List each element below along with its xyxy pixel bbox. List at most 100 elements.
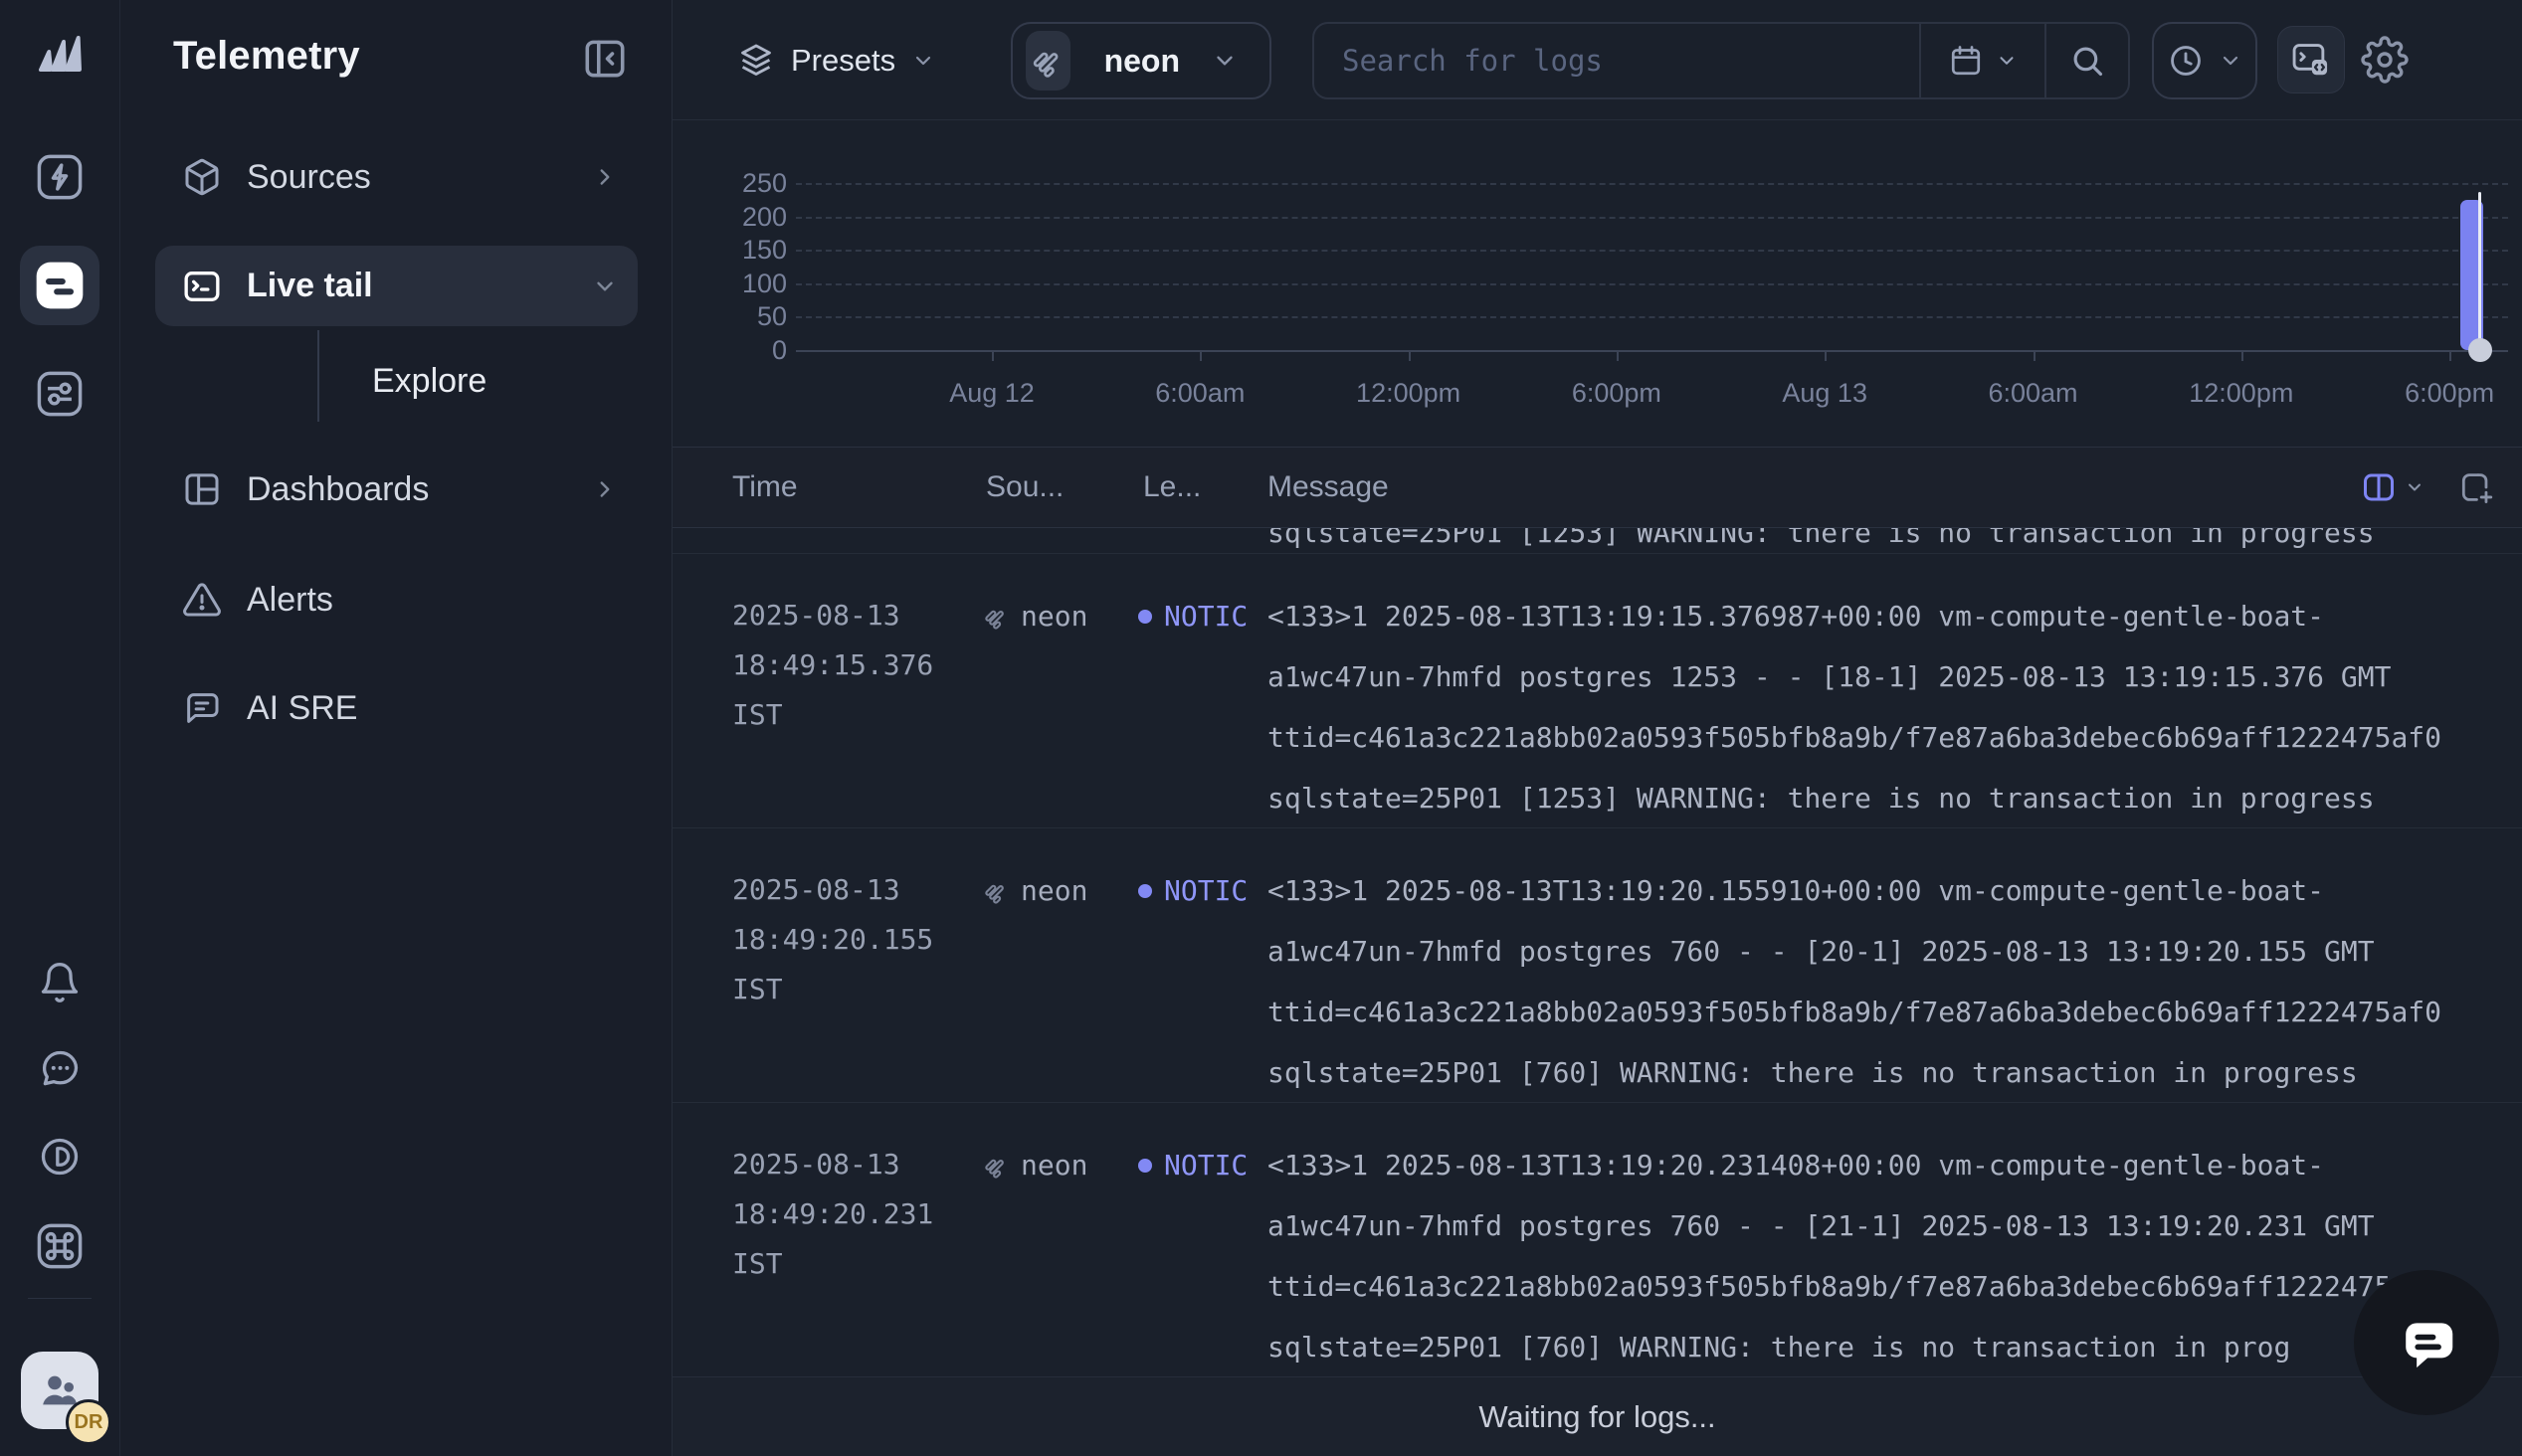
x-axis-tick [992, 350, 994, 361]
search-submit-button[interactable] [2046, 24, 2128, 97]
y-axis-tick-label: 150 [673, 235, 787, 265]
log-source: neon [981, 586, 1087, 646]
notifications-button[interactable] [38, 961, 82, 1004]
x-axis-tick-label: Aug 13 [1735, 378, 1914, 409]
status-bar: Waiting for logs... [673, 1376, 2522, 1456]
log-stream-icon [981, 1151, 1011, 1181]
gear-icon [2361, 36, 2409, 84]
quickstart-nav-button[interactable] [28, 145, 92, 209]
feedback-button[interactable] [38, 1047, 82, 1091]
controls-nav-button[interactable] [28, 362, 92, 426]
panel-collapse-icon [580, 34, 630, 84]
log-level: NOTIC [1138, 586, 1248, 646]
log-level: NOTIC [1138, 1135, 1248, 1195]
chat-bubble-icon [2392, 1308, 2461, 1377]
log-volume-chart: 050100150200250Aug 126:00am12:00pm6:00pm… [673, 120, 2522, 435]
chevron-down-icon [2219, 49, 2242, 73]
alert-triangle-icon [182, 580, 222, 620]
dashboard-icon [182, 469, 222, 509]
clipped-log-text: sqlstate=25P01 [1253] WARNING: there is … [1267, 528, 2375, 554]
log-stream-icon [981, 602, 1011, 632]
date-range-button[interactable] [1921, 24, 2044, 97]
log-row[interactable]: 2025-08-1318:49:20.231IST neon NOTIC <13… [673, 1103, 2522, 1376]
presets-button[interactable]: Presets [737, 36, 935, 86]
chevron-down-icon [1212, 48, 1238, 74]
sidebar-item-alerts[interactable]: Alerts [155, 562, 638, 637]
chevron-down-icon [592, 273, 618, 299]
user-initials-badge[interactable]: DR [66, 1399, 111, 1445]
add-column-button[interactable] [2456, 468, 2494, 506]
log-stream-icon [1026, 31, 1070, 91]
time-range-button[interactable] [2152, 22, 2257, 99]
sidebar-item-label: Sources [247, 158, 371, 197]
cube-icon [182, 157, 222, 197]
main-area: Presets neon [673, 0, 2522, 1456]
x-axis-tick [2449, 350, 2451, 361]
log-row[interactable]: 2025-08-1318:49:20.155IST neon NOTIC <13… [673, 828, 2522, 1103]
x-axis-tick [1200, 350, 1202, 361]
chart-gridline [796, 250, 2508, 252]
chart-gridline [796, 283, 2508, 285]
logs-nav-button[interactable] [20, 246, 99, 325]
x-axis-tick [1617, 350, 1619, 361]
sidebar-item-label: Alerts [247, 581, 333, 620]
x-axis-tick [1409, 350, 1411, 361]
x-axis-tick [2241, 350, 2243, 361]
x-axis-tick-label: 6:00am [1110, 378, 1289, 409]
sidebar-item-sources[interactable]: Sources [155, 139, 638, 215]
log-time: 2025-08-1318:49:20.155IST [732, 865, 933, 1014]
presets-label: Presets [791, 43, 895, 79]
theme-toggle-button[interactable] [38, 1135, 82, 1179]
log-row[interactable]: 2025-08-1318:49:15.376IST neon NOTIC <13… [673, 554, 2522, 828]
x-axis-tick [1825, 350, 1827, 361]
time-cursor-dot [2468, 338, 2492, 362]
level-dot [1138, 1159, 1152, 1173]
log-source: neon [981, 860, 1087, 921]
collapse-sidebar-button[interactable] [580, 34, 630, 84]
sidebar-item-label: AI SRE [247, 689, 357, 728]
chevron-down-icon [1996, 50, 2018, 72]
source-selector[interactable]: neon [1011, 22, 1271, 99]
clock-icon [2167, 42, 2205, 80]
x-axis-tick-label: 12:00pm [1319, 378, 1498, 409]
sidebar-item-label: Live tail [247, 267, 373, 305]
level-dot [1138, 610, 1152, 624]
sliders-icon [34, 368, 86, 420]
clipped-log-row[interactable]: sqlstate=25P01 [1253] WARNING: there is … [673, 528, 2522, 554]
log-time: 2025-08-1318:49:15.376IST [732, 591, 933, 740]
support-chat-button[interactable] [2354, 1270, 2499, 1415]
sidebar-item-ai-sre[interactable]: AI SRE [155, 670, 638, 746]
layers-icon [737, 42, 775, 80]
chevron-down-icon [2405, 477, 2425, 497]
source-value: neon [1104, 43, 1180, 80]
x-axis-tick-label: 6:00pm [2360, 378, 2522, 409]
log-message: <133>1 2025-08-13T13:19:15.376987+00:00 … [1267, 586, 2522, 828]
contrast-icon [38, 1135, 82, 1179]
sidebar-item-dashboards[interactable]: Dashboards [155, 452, 638, 527]
logs-icon [32, 258, 88, 313]
terminal-icon [182, 267, 222, 306]
log-time: 2025-08-1318:49:20.231IST [732, 1140, 933, 1289]
column-layout-button[interactable] [2361, 469, 2425, 505]
sidebar-item-live-tail[interactable]: Live tail [155, 246, 638, 326]
settings-button[interactable] [2361, 36, 2409, 84]
y-axis-tick-label: 200 [673, 202, 787, 232]
bolt-icon [34, 151, 86, 203]
log-message: <133>1 2025-08-13T13:19:20.155910+00:00 … [1267, 860, 2522, 1103]
page-title: Telemetry [173, 34, 360, 79]
x-axis-tick-label: Aug 12 [902, 378, 1081, 409]
log-list: sqlstate=25P01 [1253] WARNING: there is … [673, 528, 2522, 1376]
chevron-right-icon [592, 164, 618, 190]
x-axis-tick [2034, 350, 2036, 361]
query-console-button[interactable] [2277, 26, 2345, 93]
shortcuts-button[interactable] [34, 1220, 86, 1272]
chat-dots-icon [38, 1047, 82, 1091]
chart-plot: 050100150200250Aug 126:00am12:00pm6:00pm… [673, 120, 2522, 435]
calendar-icon [1948, 43, 1984, 79]
log-search-bar [1312, 22, 2130, 99]
search-input[interactable] [1314, 24, 1919, 97]
chart-gridline [796, 183, 2508, 185]
subnav-guide-line [317, 330, 319, 422]
topbar: Presets neon [673, 0, 2522, 120]
sidebar-item-explore[interactable]: Explore [372, 338, 486, 424]
